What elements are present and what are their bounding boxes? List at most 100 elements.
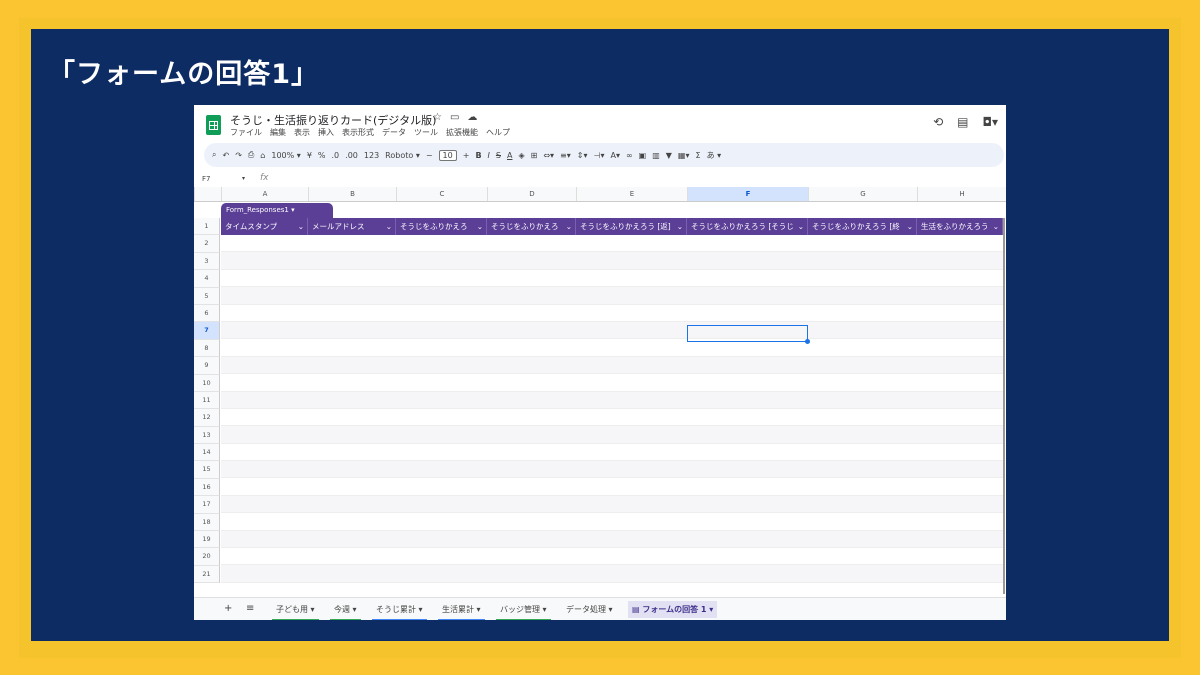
table-row[interactable] bbox=[221, 305, 1003, 322]
search-icon[interactable]: ⌕ bbox=[212, 150, 216, 160]
sheet-tab-active[interactable]: ▤ フォームの回答 1 ▾ bbox=[628, 601, 718, 618]
comment-icon[interactable]: ▤ bbox=[957, 115, 968, 129]
filter-icon[interactable]: ▼ bbox=[666, 151, 672, 160]
table-row[interactable] bbox=[221, 356, 1003, 375]
row-header[interactable]: 2 bbox=[194, 235, 220, 253]
chevron-down-icon[interactable]: ⌄ bbox=[477, 218, 483, 235]
table-header-cell[interactable]: そうじをふりかえろ ⌄ bbox=[487, 218, 576, 235]
sheet-tab[interactable]: データ処理 ▾ bbox=[562, 601, 617, 618]
table-row[interactable] bbox=[221, 565, 1003, 583]
chevron-down-icon[interactable]: ⌄ bbox=[566, 218, 572, 235]
row-header[interactable]: 3 bbox=[194, 252, 220, 271]
table-row[interactable] bbox=[221, 478, 1003, 496]
table-row[interactable] bbox=[221, 548, 1003, 566]
table-options-icon[interactable]: ▤ bbox=[317, 205, 325, 214]
increase-decimal-button[interactable]: .00 bbox=[345, 151, 358, 160]
star-icon[interactable]: ☆ bbox=[433, 112, 442, 123]
chevron-down-icon[interactable]: ⌄ bbox=[677, 218, 683, 235]
table-row[interactable] bbox=[221, 426, 1003, 444]
table-row[interactable] bbox=[221, 252, 1003, 270]
table-row[interactable] bbox=[221, 409, 1003, 427]
column-header-a[interactable]: A bbox=[221, 187, 308, 201]
menu-insert[interactable]: 挿入 bbox=[318, 127, 334, 138]
sheet-tab[interactable]: 今週 ▾ bbox=[330, 601, 361, 620]
table-row[interactable] bbox=[221, 339, 1003, 357]
undo-icon[interactable]: ↶ bbox=[222, 151, 229, 160]
filter-views-icon[interactable]: ▦▾ bbox=[678, 151, 690, 160]
table-row[interactable] bbox=[221, 495, 1003, 514]
percent-button[interactable]: % bbox=[318, 151, 326, 160]
table-header-cell[interactable]: 生活をふりかえろう ⌄ bbox=[917, 218, 1003, 235]
table-row[interactable] bbox=[221, 513, 1003, 531]
borders-icon[interactable]: ⊞ bbox=[531, 151, 538, 160]
print-icon[interactable]: ⎙ bbox=[248, 150, 254, 160]
table-row[interactable] bbox=[221, 444, 1003, 462]
folder-move-icon[interactable]: ▭ bbox=[450, 112, 459, 123]
menu-edit[interactable]: 編集 bbox=[270, 127, 286, 138]
sheet-tab[interactable]: そうじ累計 ▾ bbox=[372, 601, 427, 620]
link-icon[interactable]: ∞ bbox=[626, 151, 633, 160]
history-icon[interactable]: ⟲ bbox=[933, 115, 943, 129]
menu-help[interactable]: ヘルプ bbox=[486, 127, 510, 138]
column-header-b[interactable]: B bbox=[308, 187, 396, 201]
font-size-decrease-button[interactable]: − bbox=[426, 151, 433, 160]
menu-data[interactable]: データ bbox=[382, 127, 406, 138]
table-header-cell[interactable]: タイムスタンプ ⌄ bbox=[221, 218, 308, 235]
table-row[interactable] bbox=[221, 321, 1003, 340]
row-header[interactable]: 15 bbox=[194, 461, 220, 479]
insert-comment-icon[interactable]: ▣ bbox=[639, 151, 647, 160]
table-row[interactable] bbox=[221, 270, 1003, 288]
table-header-cell[interactable]: そうじをふりかえろう [返] ⌄ bbox=[576, 218, 687, 235]
sheet-tab[interactable]: バッジ管理 ▾ bbox=[496, 601, 551, 620]
row-header[interactable]: 16 bbox=[194, 478, 220, 497]
table-row[interactable] bbox=[221, 461, 1003, 479]
table-row[interactable] bbox=[221, 235, 1003, 253]
column-header-h[interactable]: H bbox=[917, 187, 1006, 201]
align-icon[interactable]: ≡▾ bbox=[560, 151, 571, 160]
functions-icon[interactable]: Σ bbox=[696, 151, 701, 160]
menu-file[interactable]: ファイル bbox=[230, 127, 262, 138]
table-body[interactable] bbox=[221, 235, 1003, 583]
add-sheet-button[interactable]: + bbox=[224, 603, 232, 614]
rotate-icon[interactable]: A▾ bbox=[610, 151, 620, 160]
currency-button[interactable]: ¥ bbox=[307, 151, 312, 160]
row-header[interactable]: 19 bbox=[194, 531, 220, 549]
menu-format[interactable]: 表示形式 bbox=[342, 127, 374, 138]
table-row[interactable] bbox=[221, 391, 1003, 409]
row-header[interactable]: 4 bbox=[194, 270, 220, 288]
column-header-e[interactable]: E bbox=[576, 187, 687, 201]
row-header[interactable]: 20 bbox=[194, 548, 220, 566]
table-header-cell[interactable]: そうじをふりかえろう [そうじ ⌄ bbox=[687, 218, 808, 235]
menu-tools[interactable]: ツール bbox=[414, 127, 438, 138]
row-header[interactable]: 9 bbox=[194, 357, 220, 375]
paint-format-icon[interactable]: ⌂ bbox=[260, 151, 265, 160]
table-row[interactable] bbox=[221, 530, 1003, 549]
chevron-down-icon[interactable]: ⌄ bbox=[386, 218, 392, 235]
column-header-d[interactable]: D bbox=[487, 187, 576, 201]
name-box-dropdown-icon[interactable]: ▾ bbox=[242, 175, 245, 182]
font-size-increase-button[interactable]: + bbox=[463, 151, 470, 160]
row-header[interactable]: 21 bbox=[194, 565, 220, 584]
column-header-g[interactable]: G bbox=[808, 187, 917, 201]
all-sheets-icon[interactable]: ≡ bbox=[246, 603, 254, 614]
document-title[interactable]: そうじ・生活振り返りカード(デジタル版) bbox=[230, 112, 436, 128]
row-header[interactable]: 11 bbox=[194, 391, 220, 410]
row-header[interactable]: 6 bbox=[194, 304, 220, 323]
font-select[interactable]: Roboto ▾ bbox=[385, 151, 420, 160]
column-header-c[interactable]: C bbox=[396, 187, 487, 201]
column-header-f[interactable]: F bbox=[687, 187, 808, 201]
table-row[interactable] bbox=[221, 287, 1003, 305]
italic-icon[interactable]: I bbox=[488, 151, 490, 160]
table-header-cell[interactable]: そうじをふりかえろう [終 ⌄ bbox=[808, 218, 917, 235]
chevron-down-icon[interactable]: ⌄ bbox=[298, 218, 304, 235]
sheet-tab[interactable]: 子ども用 ▾ bbox=[272, 601, 319, 620]
input-tools-select[interactable]: あ ▾ bbox=[707, 150, 722, 161]
strikethrough-icon[interactable]: S bbox=[496, 151, 501, 160]
row-header[interactable]: 10 bbox=[194, 374, 220, 392]
row-header[interactable]: 1 bbox=[194, 218, 220, 236]
name-box[interactable]: F7 bbox=[202, 175, 210, 183]
fill-handle[interactable] bbox=[805, 339, 810, 344]
table-header-cell[interactable]: メールアドレス ⌄ bbox=[308, 218, 396, 235]
sheet-tab[interactable]: 生活累計 ▾ bbox=[438, 601, 485, 620]
wrap-icon[interactable]: ⊣▾ bbox=[593, 151, 604, 160]
